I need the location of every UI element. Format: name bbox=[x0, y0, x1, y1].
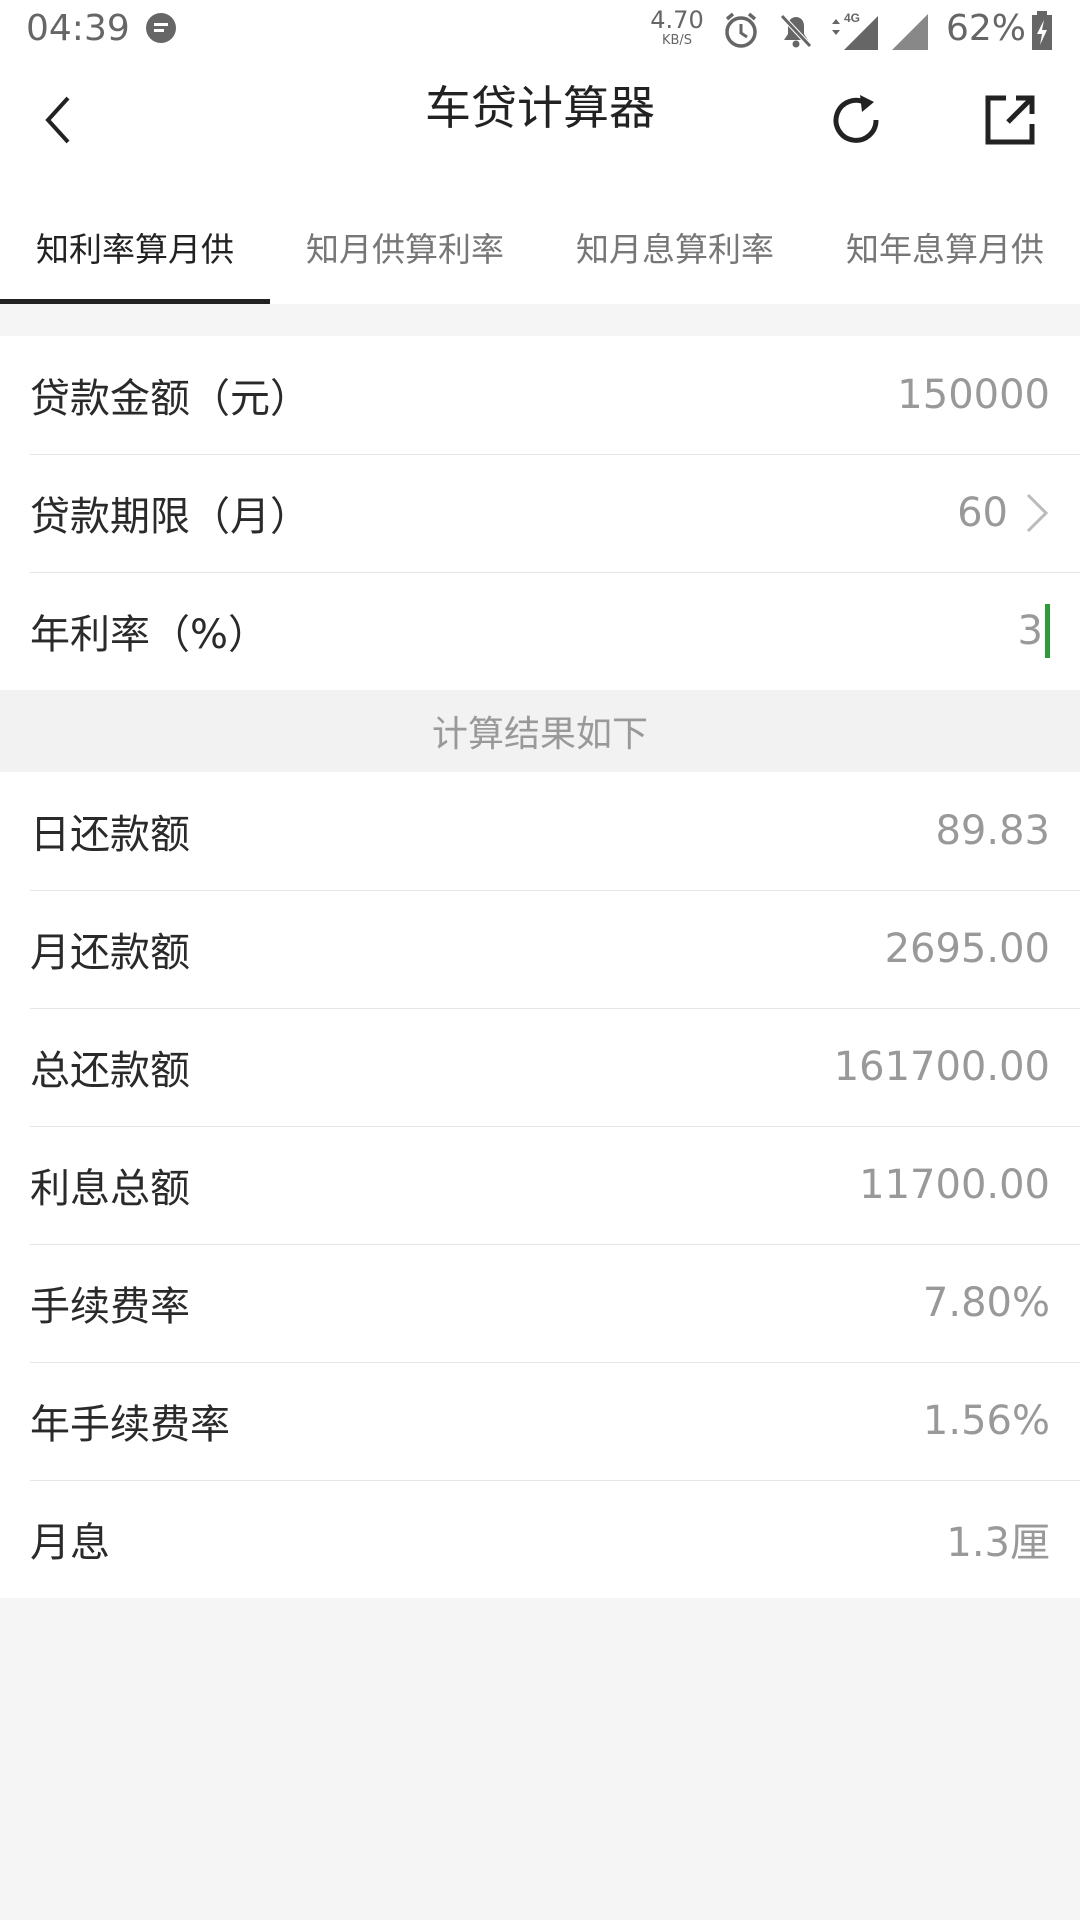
status-bar: 04:39 4.70 KB/S 4G 62% bbox=[0, 0, 1080, 62]
chevron-right-icon bbox=[1026, 493, 1049, 533]
result-label: 月还款额 bbox=[30, 930, 190, 976]
share-icon[interactable] bbox=[980, 90, 1040, 150]
tab-annual-interest-to-monthly[interactable]: 知年息算月供 bbox=[810, 190, 1080, 304]
app-header: 车贷计算器 bbox=[0, 62, 1080, 190]
loan-term-row[interactable]: 贷款期限（月） 60 bbox=[0, 454, 1080, 572]
loan-amount-row[interactable]: 贷款金额（元） 150000 bbox=[0, 336, 1080, 454]
result-row-annual-fee-rate: 年手续费率 1.56% bbox=[0, 1362, 1080, 1480]
result-value: 7.80% bbox=[922, 1280, 1050, 1326]
result-value: 161700.00 bbox=[833, 1044, 1050, 1090]
battery-percent: 62% bbox=[946, 8, 1027, 49]
loan-term-label: 贷款期限（月） bbox=[30, 494, 310, 540]
alarm-icon bbox=[725, 12, 757, 48]
result-row-monthly: 月还款额 2695.00 bbox=[0, 890, 1080, 1008]
result-header: 计算结果如下 bbox=[0, 690, 1080, 772]
results-section: 日还款额 89.83 月还款额 2695.00 总还款额 161700.00 利… bbox=[0, 772, 1080, 1598]
result-row-daily: 日还款额 89.83 bbox=[0, 772, 1080, 890]
net-speed-value: 4.70 bbox=[650, 6, 704, 34]
result-label: 日还款额 bbox=[30, 812, 190, 858]
page-title: 车贷计算器 bbox=[425, 81, 655, 135]
battery-charging-icon bbox=[1032, 11, 1052, 50]
net-speed-unit: KB/S bbox=[661, 33, 693, 48]
loan-amount-label: 贷款金额（元） bbox=[30, 376, 310, 422]
net-speed: 4.70 KB/S bbox=[650, 8, 704, 47]
message-icon bbox=[146, 13, 176, 43]
result-label: 总还款额 bbox=[30, 1048, 190, 1094]
result-label: 手续费率 bbox=[30, 1284, 190, 1330]
result-value: 2695.00 bbox=[884, 926, 1050, 972]
bell-off-icon bbox=[780, 14, 812, 48]
loan-amount-input[interactable]: 150000 bbox=[897, 372, 1050, 418]
tab-bar: 知利率算月供 知月供算利率 知月息算利率 知年息算月供 bbox=[0, 190, 1080, 304]
annual-rate-row[interactable]: 年利率（%） 3 bbox=[0, 572, 1080, 690]
result-row-total: 总还款额 161700.00 bbox=[0, 1008, 1080, 1126]
input-section: 贷款金额（元） 150000 贷款期限（月） 60 年利率（%） 3 bbox=[0, 336, 1080, 690]
result-label: 年手续费率 bbox=[30, 1402, 230, 1448]
annual-rate-label: 年利率（%） bbox=[30, 612, 269, 658]
result-row-monthly-interest: 月息 1.3厘 bbox=[0, 1480, 1080, 1598]
annual-rate-input[interactable]: 3 bbox=[1018, 604, 1050, 658]
result-label: 利息总额 bbox=[30, 1166, 190, 1212]
text-cursor bbox=[1045, 604, 1050, 658]
data-arrows-icon: 4G bbox=[832, 11, 878, 50]
tab-rate-to-monthly[interactable]: 知利率算月供 bbox=[0, 190, 270, 304]
result-row-fee-rate: 手续费率 7.80% bbox=[0, 1244, 1080, 1362]
refresh-icon[interactable] bbox=[828, 90, 888, 150]
result-value: 1.56% bbox=[922, 1398, 1050, 1444]
annual-rate-value: 3 bbox=[1017, 608, 1043, 654]
result-label: 月息 bbox=[30, 1520, 110, 1566]
loan-term-select[interactable]: 60 bbox=[957, 490, 1050, 536]
loan-term-value: 60 bbox=[957, 490, 1008, 536]
network-type-label: 4G bbox=[844, 11, 860, 25]
result-value: 11700.00 bbox=[859, 1162, 1050, 1208]
tab-monthly-interest-to-rate[interactable]: 知月息算利率 bbox=[540, 190, 810, 304]
status-time: 04:39 bbox=[26, 8, 130, 49]
signal-icon bbox=[892, 14, 928, 50]
result-value: 89.83 bbox=[935, 808, 1050, 854]
result-value: 1.3厘 bbox=[946, 1520, 1050, 1566]
tab-monthly-to-rate[interactable]: 知月供算利率 bbox=[270, 190, 540, 304]
result-row-interest: 利息总额 11700.00 bbox=[0, 1126, 1080, 1244]
